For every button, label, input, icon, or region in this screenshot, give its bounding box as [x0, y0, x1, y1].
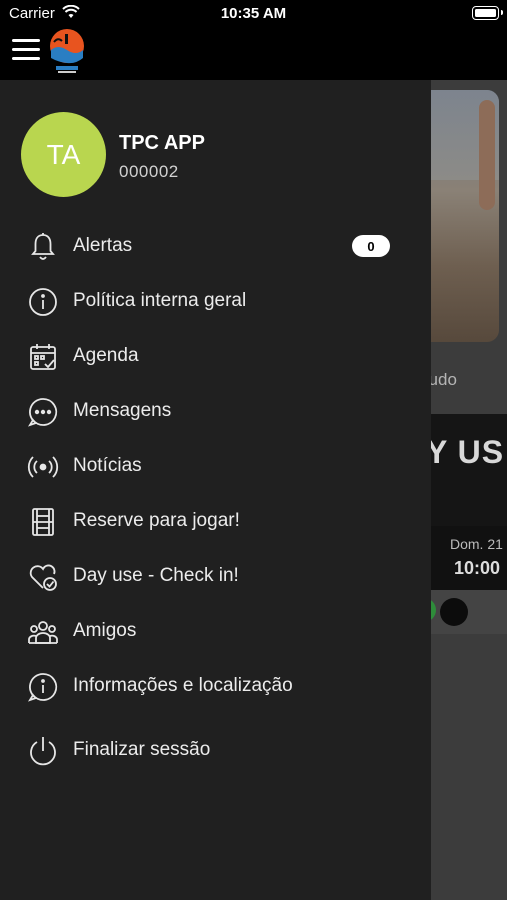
menu-item-logout[interactable]: Finalizar sessão: [0, 726, 431, 776]
event-time-label: 10:00: [454, 558, 501, 578]
menu-label-amigos: Amigos: [73, 620, 137, 641]
menu-label-mensagens: Mensagens: [73, 400, 172, 421]
hamburger-menu-icon[interactable]: [12, 38, 42, 62]
menu-item-reserve[interactable]: Reserve para jogar!: [0, 497, 431, 547]
bell-icon: [31, 233, 55, 260]
power-icon: [30, 737, 56, 766]
menu-label-reserve: Reserve para jogar!: [73, 510, 240, 531]
side-drawer: TA TPC APP 000002 Alertas 0 Política int…: [0, 80, 431, 900]
status-time: 10:35 AM: [220, 5, 287, 22]
heart-check-icon: [29, 564, 57, 591]
menu-item-amigos[interactable]: Amigos: [0, 607, 431, 657]
menu-item-politica[interactable]: Política interna geral: [0, 277, 431, 327]
alert-count-badge: 0: [352, 235, 390, 257]
friends-icon: [28, 621, 58, 644]
menu-item-day-use[interactable]: Day use - Check in!: [0, 552, 431, 602]
user-name: TPC APP: [119, 132, 205, 154]
menu-item-noticias[interactable]: Notícias: [0, 442, 431, 492]
menu-label-noticias: Notícias: [73, 455, 142, 476]
calendar-icon: [30, 344, 56, 370]
info-icon: [29, 288, 57, 316]
top-app-bar: [0, 28, 507, 80]
menu-label-informacoes: Informações e localização: [73, 675, 293, 696]
event-card-title: Y US: [426, 434, 505, 470]
menu-label-day-use: Day use - Check in!: [73, 565, 239, 586]
add-friend-icon: [440, 598, 468, 626]
menu-item-alertas[interactable]: Alertas 0: [0, 222, 431, 272]
event-date-label: Dom. 21: [450, 536, 503, 552]
menu-label-agenda: Agenda: [73, 345, 139, 366]
avatar[interactable]: TA: [21, 112, 106, 197]
menu-label-alertas: Alertas: [73, 235, 133, 256]
menu-label-politica: Política interna geral: [73, 290, 247, 311]
status-bar: Carrier 10:35 AM: [0, 0, 507, 28]
broadcast-icon: [27, 456, 59, 478]
menu-item-mensagens[interactable]: Mensagens: [0, 387, 431, 437]
menu-item-agenda[interactable]: Agenda: [0, 332, 431, 382]
app-logo: [50, 29, 84, 73]
user-id: 000002: [119, 162, 179, 181]
menu-label-logout: Finalizar sessão: [73, 739, 211, 760]
court-icon: [32, 508, 54, 536]
menu-item-informacoes[interactable]: Informações e localização: [0, 662, 431, 712]
info-bubble-icon: [27, 673, 58, 702]
battery-icon: [472, 6, 503, 20]
chat-icon: [27, 398, 58, 427]
